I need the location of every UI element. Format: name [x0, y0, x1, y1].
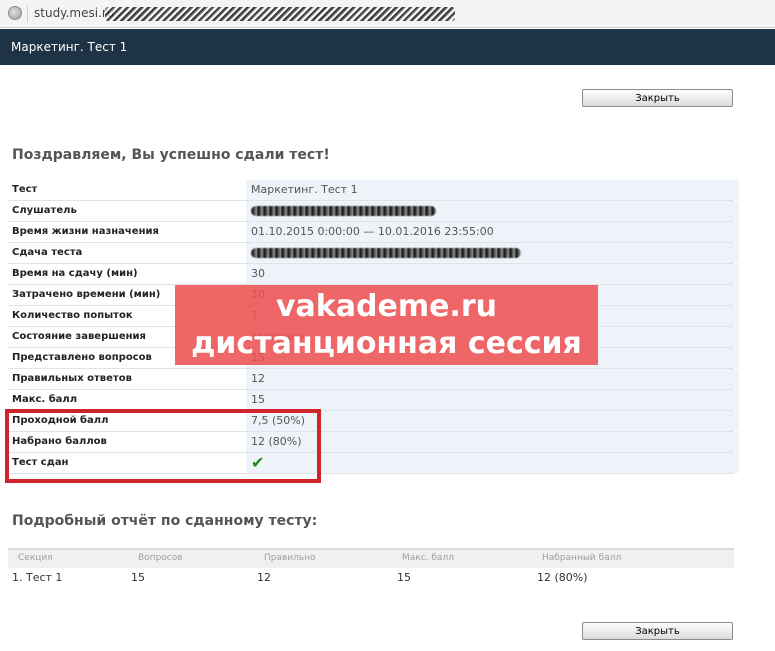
row-label: Время жизни назначения: [8, 222, 250, 242]
row-value: 12: [246, 369, 739, 389]
redacted-scribble: [251, 206, 436, 216]
report-heading: Подробный отчёт по сданному тесту:: [12, 513, 318, 529]
table-cell: 15: [131, 571, 145, 584]
row-value: 01.10.2015 0:00:00 — 10.01.2016 23:55:00: [246, 222, 739, 242]
row-label: Правильных ответов: [8, 369, 250, 389]
row-value: Маркетинг. Тест 1: [246, 180, 739, 200]
page-title: Маркетинг. Тест 1: [11, 40, 128, 54]
row-value-redacted: [246, 201, 739, 221]
redacted-scribble: [251, 248, 521, 258]
table-cell: 1. Тест 1: [12, 571, 63, 584]
column-header: Правильно: [264, 553, 316, 563]
row-label: Тест: [8, 180, 250, 200]
row-label: Слушатель: [8, 201, 250, 221]
address-bar[interactable]: study.mesi.ru: [0, 0, 775, 28]
success-heading: Поздравляем, Вы успешно сдали тест!: [12, 147, 330, 163]
close-button-top[interactable]: Закрыть: [582, 89, 733, 107]
report-header-row: Секция Вопросов Правильно Макс. балл Наб…: [8, 548, 734, 568]
redacted-url-scribble: [105, 7, 455, 21]
watermark-line2: дистанционная сессия: [191, 326, 582, 361]
page-header: Маркетинг. Тест 1: [0, 29, 775, 65]
column-header: Секция: [18, 553, 53, 563]
report-table: Секция Вопросов Правильно Макс. балл Наб…: [8, 548, 734, 588]
table-cell: 15: [397, 571, 411, 584]
row-value: 15: [246, 390, 739, 410]
result-row-student: Слушатель: [8, 201, 739, 222]
watermark-line1: vakademe.ru: [276, 289, 497, 324]
row-label: Сдача теста: [8, 243, 250, 263]
result-row-correct: Правильных ответов 12: [8, 369, 739, 390]
row-label: Время на сдачу (мин): [8, 264, 250, 284]
result-row-assignment-period: Время жизни назначения 01.10.2015 0:00:0…: [8, 222, 739, 243]
row-value-redacted: [246, 243, 739, 263]
highlight-box: [5, 409, 321, 483]
result-row-time-limit: Время на сдачу (мин) 30: [8, 264, 739, 285]
watermark-banner: vakademe.ru дистанционная сессия: [175, 285, 598, 365]
table-cell: 12 (80%): [537, 571, 588, 584]
globe-icon: [8, 6, 22, 20]
url-text[interactable]: study.mesi.ru: [34, 6, 114, 20]
address-separator: [27, 5, 28, 22]
row-value: 30: [246, 264, 739, 284]
column-header: Набранный балл: [542, 553, 622, 563]
table-row: 1. Тест 1 15 12 15 12 (80%): [8, 568, 734, 588]
column-header: Макс. балл: [402, 553, 454, 563]
table-cell: 12: [257, 571, 271, 584]
result-row-max-score: Макс. балл 15: [8, 390, 739, 411]
column-header: Вопросов: [138, 553, 183, 563]
result-row-test: Тест Маркетинг. Тест 1: [8, 180, 739, 201]
row-label: Макс. балл: [8, 390, 250, 410]
result-row-submission: Сдача теста: [8, 243, 739, 264]
close-button-bottom[interactable]: Закрыть: [582, 622, 733, 640]
